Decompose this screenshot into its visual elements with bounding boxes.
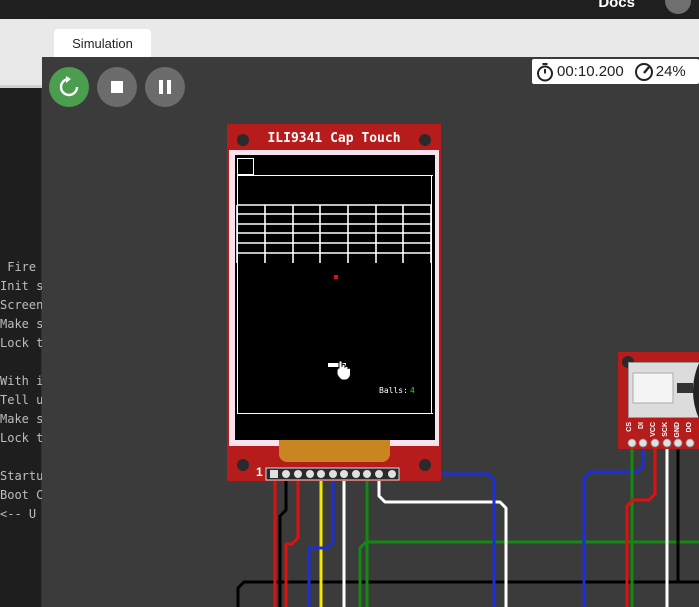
board-title: ILI9341 Cap Touch xyxy=(267,131,401,146)
wire-black-bus xyxy=(236,580,699,607)
stopwatch-icon xyxy=(537,62,553,81)
mount-hole xyxy=(237,459,249,471)
sd-card-module[interactable]: CS DI VCC SCK GND DO xyxy=(618,352,699,449)
restart-button[interactable] xyxy=(49,67,89,107)
stop-icon xyxy=(111,81,123,93)
sd-pin-label: DI xyxy=(638,422,645,429)
restart-icon xyxy=(59,76,79,97)
pause-icon xyxy=(159,80,171,94)
balls-value: 4 xyxy=(410,386,415,395)
game-screen: Balls: 4 xyxy=(236,158,433,414)
wire-red-3 xyxy=(284,474,300,607)
balls-label: Balls: xyxy=(379,386,408,395)
simulation-status: 00:10.200 24% xyxy=(532,59,699,84)
mount-hole xyxy=(419,134,431,146)
pause-button[interactable] xyxy=(145,67,185,107)
lcd-screen[interactable]: Balls: 4 xyxy=(235,155,435,440)
gauge-icon xyxy=(634,62,653,81)
elapsed-time: 00:10.200 xyxy=(557,63,624,80)
stop-button[interactable] xyxy=(97,67,137,107)
simulation-speed: 24% xyxy=(655,63,686,80)
mount-hole xyxy=(419,459,431,471)
ball xyxy=(334,275,338,279)
sd-pin-label: DO xyxy=(686,422,693,433)
sd-pin-label: GND xyxy=(674,422,681,438)
sd-card-slot xyxy=(628,362,699,419)
sd-pin-label: VCC xyxy=(650,422,657,437)
sd-pin-label: CS xyxy=(626,422,633,432)
wire-green-2 xyxy=(358,540,699,607)
mount-hole xyxy=(237,134,249,146)
pin1-label: 1 xyxy=(256,465,263,479)
flex-ribbon xyxy=(279,440,390,462)
sd-pin-label: SCK xyxy=(662,422,669,437)
